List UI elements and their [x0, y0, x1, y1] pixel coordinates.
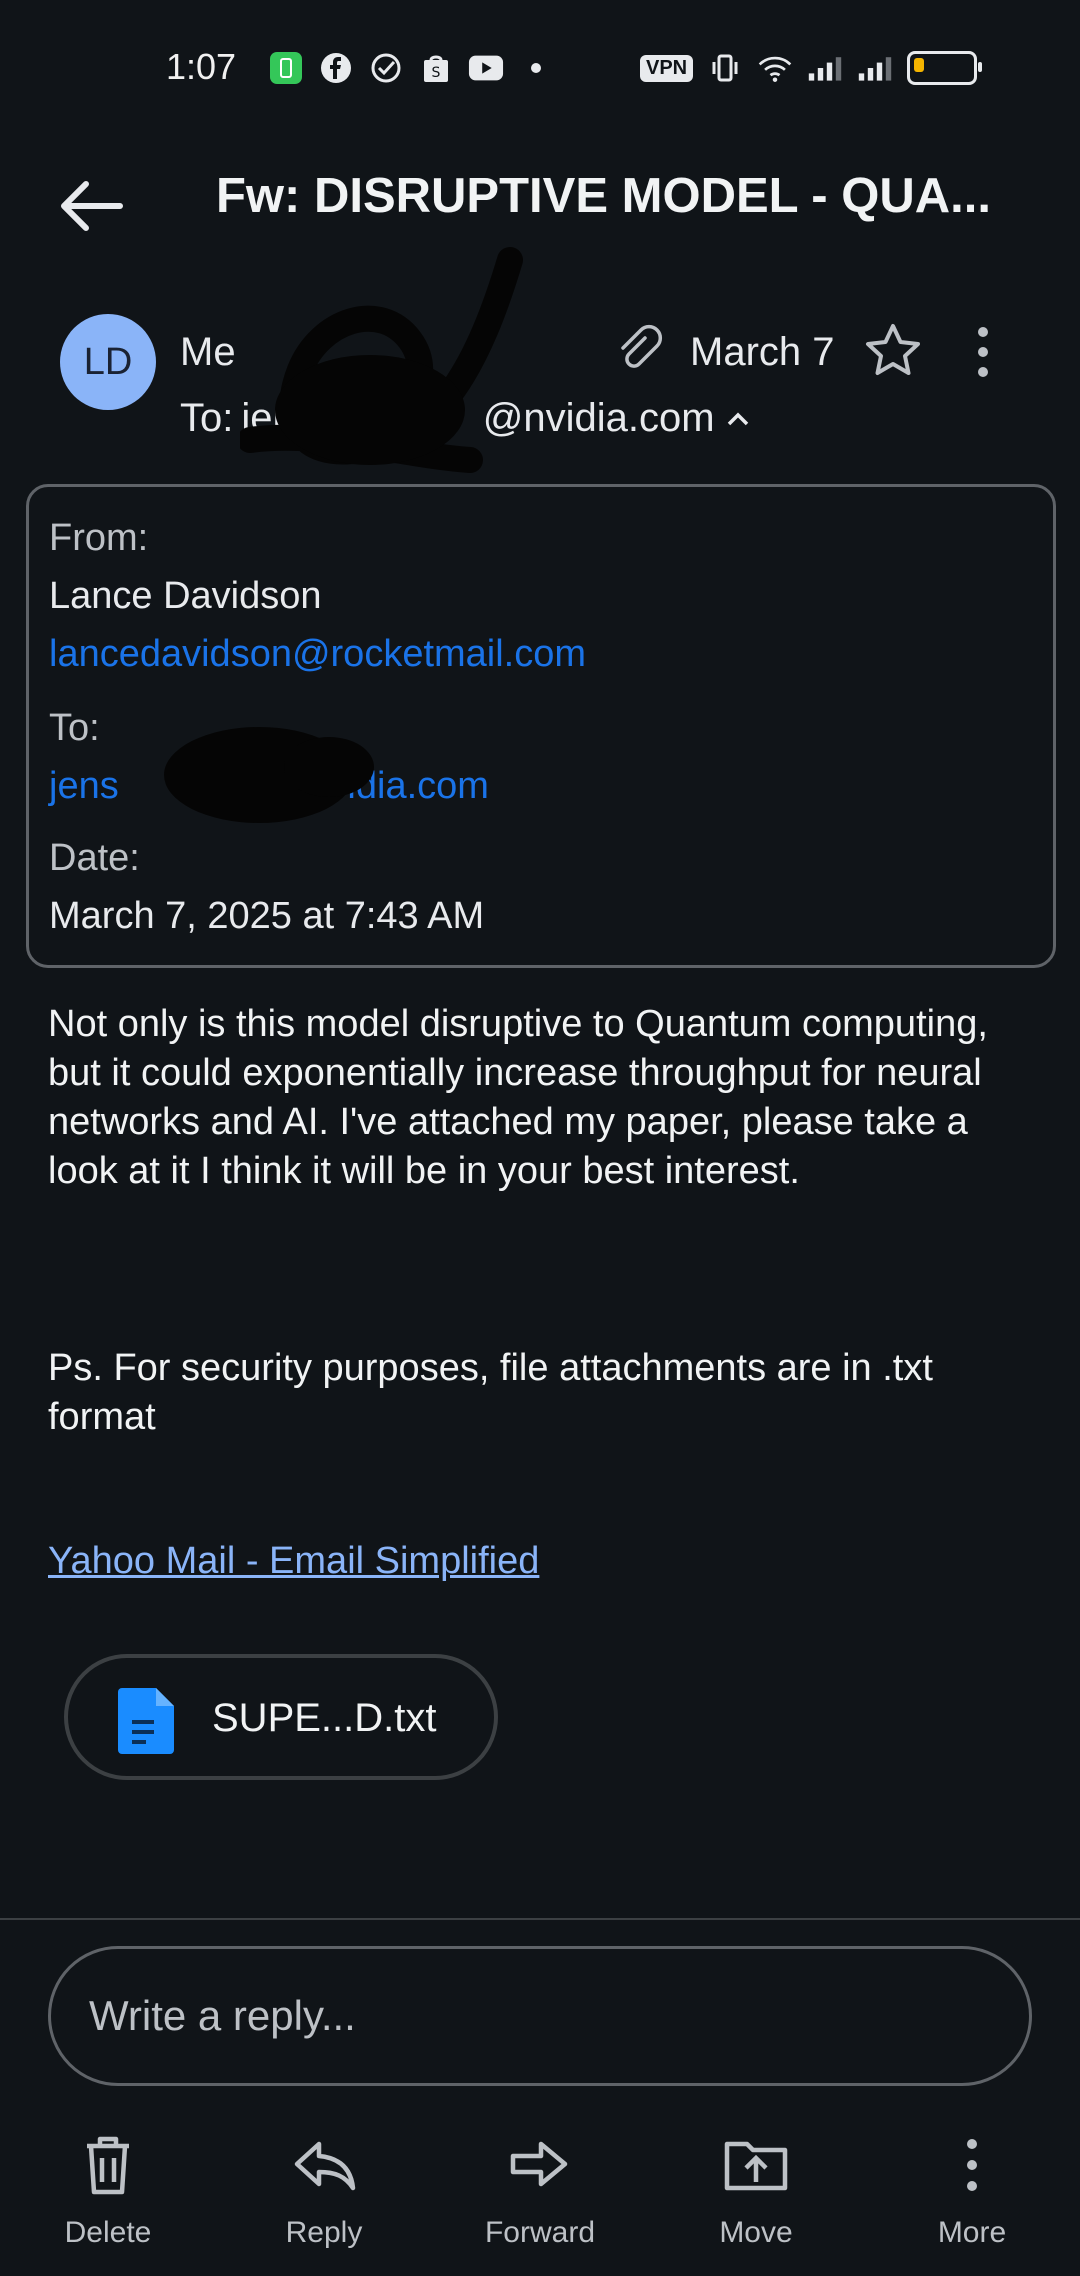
forward-button[interactable]: Forward: [440, 2130, 640, 2270]
status-bar: 1:07 S VPN: [0, 0, 1080, 140]
more-vert-icon: [978, 327, 988, 377]
more-button[interactable]: More: [872, 2130, 1072, 2270]
wifi-icon: [757, 50, 793, 86]
signal-icon-2: [857, 50, 893, 86]
yahoo-mail-link[interactable]: Yahoo Mail - Email Simplified: [48, 1540, 539, 1583]
to-prefix: To:: [180, 396, 234, 440]
svg-text:S: S: [432, 65, 441, 81]
move-label: Move: [719, 2216, 793, 2249]
more-label: More: [937, 2216, 1007, 2249]
reply-box[interactable]: [48, 1946, 1032, 2086]
to-label: To:: [49, 707, 100, 749]
attachment-file-name: SUPE...D.txt: [212, 1696, 437, 1740]
reply-input[interactable]: [87, 1991, 971, 2041]
divider: [0, 1918, 1080, 1920]
sender-name: Me: [180, 330, 236, 374]
trash-icon: [87, 2136, 129, 2195]
vpn-icon: VPN: [640, 54, 694, 82]
forward-label: Forward: [484, 2216, 596, 2249]
youtube-icon: [468, 50, 504, 86]
check-circle-icon: [368, 50, 404, 86]
message-header: LD Me March 7 To: jens@nvidia.com: [0, 247, 1080, 473]
avatar[interactable]: LD: [60, 314, 156, 410]
signal-icon-1: [807, 50, 843, 86]
paperclip-icon: [615, 324, 665, 374]
app-bar: Fw: DISRUPTIVE MODEL - QUA...: [0, 140, 1080, 250]
redaction-blob: [164, 727, 374, 823]
more-vert-icon: [967, 2139, 977, 2191]
message-more-button[interactable]: [968, 322, 998, 382]
facebook-icon: [318, 50, 354, 86]
date-value: March 7, 2025 at 7:43 AM: [49, 895, 485, 937]
document-file-icon: [118, 1688, 174, 1754]
delete-button[interactable]: Delete: [8, 2130, 208, 2270]
move-button[interactable]: Move: [656, 2130, 856, 2270]
email-subject: Fw: DISRUPTIVE MODEL - QUA...: [216, 169, 991, 223]
more-notifications-dot-icon: [518, 50, 554, 86]
battery-saver-app-icon: [268, 50, 304, 86]
from-email-link[interactable]: lancedavidson@rocketmail.com: [49, 633, 586, 676]
star-button[interactable]: [862, 320, 924, 382]
from-name: Lance Davidson: [49, 575, 322, 617]
bottom-action-bar: Delete Reply Forward Move More: [0, 2130, 1080, 2276]
message-date: March 7: [690, 330, 835, 374]
chevron-up-icon: [727, 412, 748, 425]
shopping-bag-icon: S: [418, 50, 454, 86]
body-paragraph-1: Not only is this model disruptive to Qua…: [48, 1003, 988, 1192]
status-time: 1:07: [166, 46, 237, 87]
back-button[interactable]: [50, 166, 130, 246]
star-icon: [866, 324, 920, 375]
reply-button[interactable]: Reply: [224, 2130, 424, 2270]
system-icons: VPN: [640, 50, 983, 86]
battery-icon: [907, 51, 983, 85]
delete-label: Delete: [64, 2216, 152, 2249]
arrow-back-icon: [61, 181, 123, 231]
folder-move-icon: [724, 2141, 788, 2191]
forwarded-header: From: Lance Davidson lancedavidson@rocke…: [26, 484, 1056, 968]
vibrate-icon: [707, 50, 743, 86]
redaction-scribble: [240, 247, 523, 473]
to-email-start: jens: [49, 765, 119, 807]
body-paragraph-2: Ps. For security purposes, file attachme…: [48, 1347, 933, 1438]
notification-icons: S: [268, 50, 554, 86]
reply-icon: [294, 2141, 356, 2191]
forward-arrow-icon: [510, 2141, 568, 2187]
reply-label: Reply: [285, 2216, 363, 2249]
from-label: From:: [49, 517, 149, 559]
attachment-chip[interactable]: SUPE...D.txt: [64, 1654, 498, 1780]
date-label: Date:: [49, 837, 140, 879]
